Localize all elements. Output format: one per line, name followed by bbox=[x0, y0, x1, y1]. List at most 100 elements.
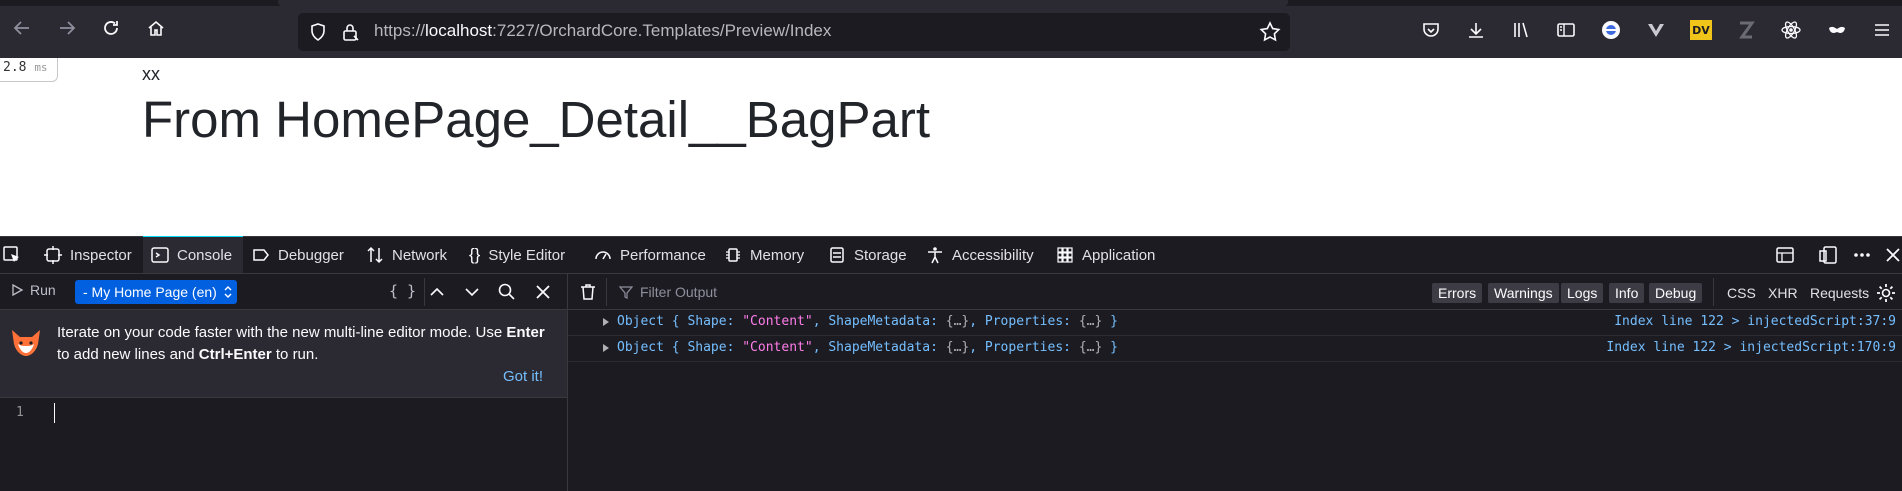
message-source-link[interactable]: Index line 122 > injectedScript:37:9 bbox=[1614, 314, 1896, 329]
downloads-icon[interactable] bbox=[1464, 18, 1488, 42]
object-suffix: } bbox=[1102, 314, 1118, 329]
more-options-icon[interactable] bbox=[1852, 245, 1872, 265]
home-icon bbox=[148, 20, 164, 36]
expand-triangle-icon[interactable] bbox=[602, 343, 610, 353]
active-tab-edge[interactable] bbox=[278, 0, 1288, 6]
account-extension-icon[interactable] bbox=[1599, 18, 1623, 42]
filter-xhr-button[interactable]: XHR bbox=[1768, 283, 1798, 303]
clear-output-button[interactable] bbox=[578, 282, 598, 302]
object-string-value: "Content" bbox=[742, 314, 813, 329]
object-key: , ShapeMetadata: bbox=[812, 314, 946, 329]
tab-accessibility[interactable]: Accessibility bbox=[926, 237, 1034, 273]
message-source-link[interactable]: Index line 122 > injectedScript:170:9 bbox=[1606, 340, 1896, 355]
close-devtools-icon[interactable] bbox=[1884, 245, 1902, 265]
notification-message: Iterate on your code faster with the new… bbox=[57, 322, 557, 366]
filter-css-button[interactable]: CSS bbox=[1727, 283, 1756, 303]
forward-button[interactable] bbox=[55, 16, 79, 40]
pocket-icon[interactable] bbox=[1419, 18, 1443, 42]
tab-console[interactable]: Console bbox=[143, 237, 243, 273]
object-string-value: "Content" bbox=[742, 340, 813, 355]
dock-side-icon[interactable] bbox=[1818, 245, 1838, 265]
profiler-timing-badge[interactable]: 2.8 ms bbox=[0, 58, 58, 82]
reload-button[interactable] bbox=[99, 16, 123, 40]
toolbar-divider bbox=[606, 278, 607, 306]
url-scheme: https:// bbox=[374, 21, 426, 40]
console-message-text[interactable]: Object { Shape: "Content", ShapeMetadata… bbox=[617, 340, 1118, 355]
reverse-search-button[interactable] bbox=[497, 282, 517, 302]
tab-network[interactable]: Network bbox=[366, 237, 447, 273]
hamburger-menu-icon[interactable] bbox=[1870, 18, 1894, 42]
tab-storage[interactable]: Storage bbox=[828, 237, 907, 273]
tab-label: Application bbox=[1082, 246, 1156, 264]
library-icon[interactable] bbox=[1509, 18, 1533, 42]
tracking-shield-icon[interactable] bbox=[308, 22, 328, 42]
filter-warnings-button[interactable]: Warnings bbox=[1488, 283, 1559, 303]
tab-debugger[interactable]: Debugger bbox=[252, 237, 344, 273]
object-prefix: Object { Shape: bbox=[617, 340, 743, 355]
history-down-button[interactable] bbox=[462, 282, 482, 302]
filter-info-button[interactable]: Info bbox=[1609, 283, 1645, 303]
object-key: , ShapeMetadata: bbox=[812, 340, 946, 355]
filter-output-input[interactable]: Filter Output bbox=[640, 282, 1040, 302]
url-host: localhost bbox=[425, 21, 493, 40]
object-key: , Properties: bbox=[969, 340, 1079, 355]
run-button[interactable]: Run bbox=[10, 282, 56, 298]
filter-logs-button[interactable]: Logs bbox=[1561, 283, 1604, 303]
select-arrows-icon bbox=[224, 286, 232, 298]
chevron-up-icon bbox=[430, 287, 444, 296]
object-suffix: } bbox=[1102, 340, 1118, 355]
tab-label: Style Editor bbox=[488, 246, 566, 264]
extension-badge-icon[interactable]: DV bbox=[1689, 18, 1713, 42]
lock-warning-icon[interactable] bbox=[340, 22, 360, 42]
split-console-icon[interactable] bbox=[1775, 245, 1795, 265]
tab-performance[interactable]: Performance bbox=[594, 237, 706, 273]
element-picker-icon[interactable] bbox=[2, 245, 22, 265]
accessibility-icon bbox=[928, 247, 942, 264]
filter-debug-button[interactable]: Debug bbox=[1649, 283, 1703, 303]
fox-mascot-icon bbox=[10, 328, 42, 358]
notification-text: to add new lines and bbox=[57, 346, 199, 363]
filter-errors-button[interactable]: Errors bbox=[1432, 283, 1483, 303]
close-icon bbox=[536, 285, 550, 299]
console-settings-icon[interactable] bbox=[1875, 282, 1897, 304]
mask-extension-icon[interactable] bbox=[1825, 18, 1849, 42]
console-message-text[interactable]: Object { Shape: "Content", ShapeMetadata… bbox=[617, 314, 1118, 329]
object-elided: {…} bbox=[1078, 314, 1103, 329]
tab-label: Storage bbox=[854, 246, 907, 264]
tab-inspector[interactable]: Inspector bbox=[44, 237, 132, 273]
react-devtools-icon[interactable] bbox=[1779, 18, 1803, 42]
filter-icon bbox=[619, 285, 633, 299]
tab-style-editor[interactable]: {} Style Editor bbox=[469, 237, 565, 273]
object-elided: {…} bbox=[945, 314, 970, 329]
page-small-text: xx bbox=[142, 64, 160, 84]
tab-label: Inspector bbox=[70, 246, 132, 264]
evaluation-context-select[interactable]: - My Home Page (en) bbox=[75, 280, 237, 304]
url-path: :7227/OrchardCore.Templates/Preview/Inde… bbox=[492, 21, 832, 40]
storage-icon bbox=[830, 247, 844, 263]
close-editor-button[interactable] bbox=[533, 282, 553, 302]
object-key: , Properties: bbox=[969, 314, 1079, 329]
home-button[interactable] bbox=[144, 16, 168, 40]
console-icon bbox=[151, 247, 169, 263]
back-button[interactable] bbox=[10, 16, 34, 40]
extension-badge-label: DV bbox=[1690, 20, 1712, 40]
timing-value: 2.8 bbox=[3, 60, 27, 75]
pretty-print-button[interactable]: { } bbox=[389, 282, 416, 300]
z-extension-icon[interactable] bbox=[1734, 18, 1758, 42]
got-it-link[interactable]: Got it! bbox=[503, 368, 543, 385]
object-prefix: Object { Shape: bbox=[617, 314, 743, 329]
tab-application[interactable]: Application bbox=[1056, 237, 1155, 273]
vue-devtools-icon[interactable] bbox=[1644, 18, 1668, 42]
sidebar-icon[interactable] bbox=[1554, 18, 1578, 42]
performance-icon bbox=[595, 251, 611, 260]
url-text[interactable]: https://localhost:7227/OrchardCore.Templ… bbox=[374, 21, 831, 41]
bookmark-star-icon[interactable] bbox=[1259, 21, 1281, 43]
search-icon bbox=[498, 283, 515, 300]
tab-label: Console bbox=[177, 246, 233, 264]
notification-text: Iterate on your code faster with the new… bbox=[57, 324, 507, 341]
filter-requests-button[interactable]: Requests bbox=[1810, 283, 1869, 303]
expand-triangle-icon[interactable] bbox=[602, 317, 610, 327]
tab-memory[interactable]: Memory bbox=[724, 237, 804, 273]
history-up-button[interactable] bbox=[427, 282, 447, 302]
editor-cursor[interactable] bbox=[54, 403, 55, 423]
